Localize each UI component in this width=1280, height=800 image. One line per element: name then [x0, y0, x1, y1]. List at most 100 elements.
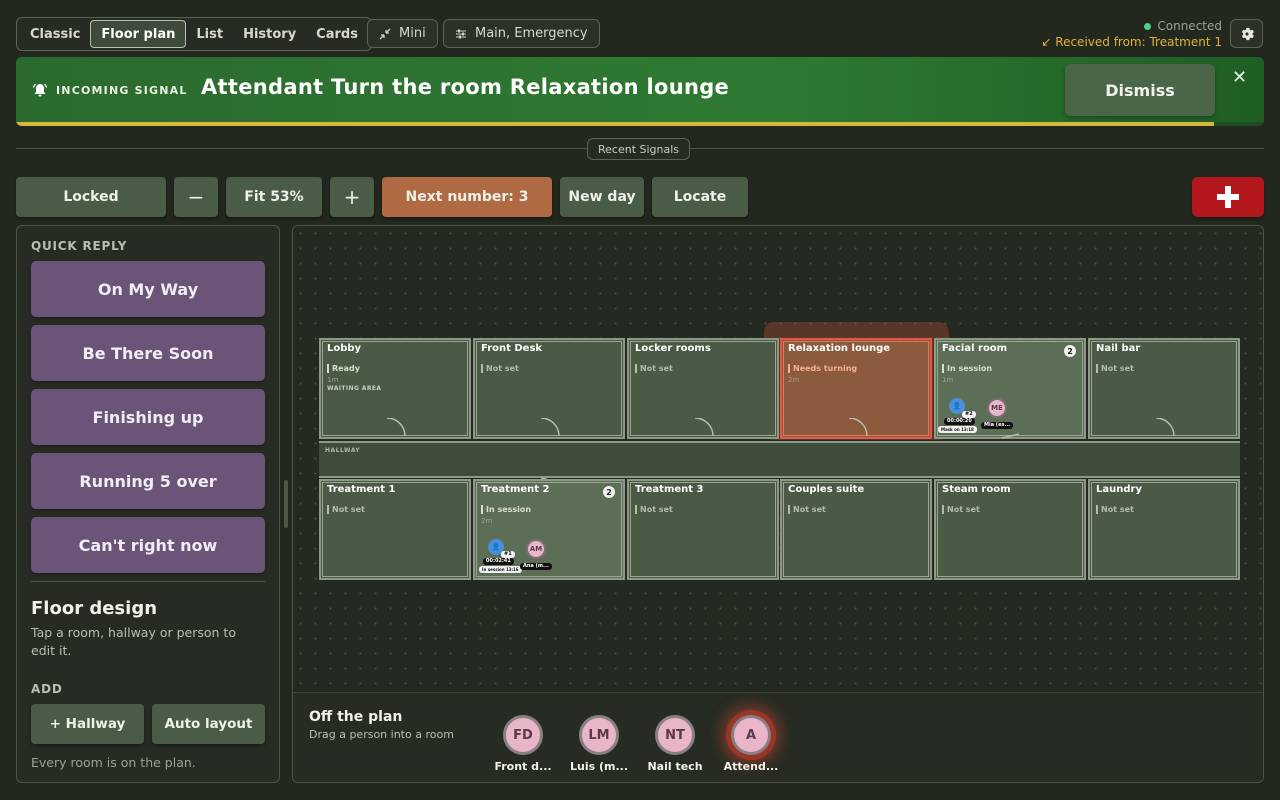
connection-status: Connected ↙ Received from: Treatment 1	[1041, 18, 1222, 50]
room-status: Not set	[635, 364, 673, 373]
quick-reply-running-over[interactable]: Running 5 over	[31, 453, 265, 509]
off-plan-tray: Off the plan Drag a person into a room F…	[293, 692, 1263, 782]
room-status: Not set	[788, 505, 826, 514]
room-name: Nail bar	[1096, 343, 1141, 354]
room-name: Lobby	[327, 343, 362, 354]
floor-design-title: Floor design	[31, 598, 158, 619]
channels-button[interactable]: Main, Emergency	[443, 19, 600, 48]
resize-handle[interactable]	[284, 480, 288, 528]
room-status: In session	[942, 364, 992, 373]
room-count-badge: 2	[1064, 345, 1076, 357]
room-name: Steam room	[942, 484, 1011, 495]
person-label: Ana (m...	[520, 563, 552, 570]
lock-toggle-button[interactable]: Locked	[16, 177, 166, 217]
room-status: Not set	[481, 364, 519, 373]
person-chip[interactable]: A Attend...	[716, 715, 786, 773]
avatar: FD	[503, 715, 543, 755]
alarm-bell-icon	[32, 83, 48, 97]
avatar[interactable]: ME	[987, 398, 1007, 418]
tab-history[interactable]: History	[233, 20, 306, 48]
connected-text: Connected	[1157, 19, 1222, 33]
quick-reply-be-there-soon[interactable]: Be There Soon	[31, 325, 265, 381]
locate-button[interactable]: Locate	[652, 177, 748, 217]
room-time: 1m	[942, 376, 954, 384]
room-status: In session	[481, 505, 531, 514]
room-name: Couples suite	[788, 484, 865, 495]
dismiss-button[interactable]: Dismiss	[1065, 64, 1215, 116]
received-from-text: Received from: Treatment 1	[1055, 35, 1222, 49]
zoom-out-button[interactable]: −	[174, 177, 218, 217]
person-name: Front d...	[494, 760, 552, 773]
room-treatment-2[interactable]: Treatment 2 In session 2m 2 👤 #1 00:02:4…	[473, 479, 625, 580]
off-plan-title: Off the plan	[309, 709, 403, 725]
signal-kicker: INCOMING SIGNAL	[56, 83, 188, 97]
next-number-button[interactable]: Next number: 3	[382, 177, 552, 217]
close-icon[interactable]: ✕	[1232, 67, 1247, 88]
queue-tag: #1	[501, 551, 515, 558]
session-note: In session 13:16	[479, 566, 522, 573]
room-status: Not set	[1096, 505, 1134, 514]
auto-layout-button[interactable]: Auto layout	[152, 704, 265, 744]
avatar: A	[731, 715, 771, 755]
room-name: Treatment 1	[327, 484, 396, 495]
emergency-button[interactable]	[1192, 177, 1264, 217]
zoom-in-button[interactable]: +	[330, 177, 374, 217]
room-laundry[interactable]: Laundry Not set	[1088, 479, 1240, 580]
room-steam-room[interactable]: Steam room Not set	[934, 479, 1086, 580]
room-status: Not set	[635, 505, 673, 514]
quick-reply-cant-right-now[interactable]: Can't right now	[31, 517, 265, 573]
room-name: Treatment 2	[481, 484, 550, 495]
fit-zoom-button[interactable]: Fit 53%	[226, 177, 322, 217]
person-name: Attend...	[723, 760, 779, 773]
tab-floor-plan[interactable]: Floor plan	[90, 20, 187, 48]
room-treatment-3[interactable]: Treatment 3 Not set	[627, 479, 779, 580]
settings-button[interactable]	[1230, 19, 1263, 48]
avatar: NT	[655, 715, 695, 755]
new-day-button[interactable]: New day	[560, 177, 644, 217]
quick-reply-heading: QUICK REPLY	[31, 239, 128, 253]
person-chip[interactable]: LM Luis (m...	[564, 715, 634, 773]
quick-reply-on-my-way[interactable]: On My Way	[31, 261, 265, 317]
person-name: Nail tech	[647, 760, 703, 773]
room-status: Not set	[327, 505, 365, 514]
room-name: Facial room	[942, 343, 1008, 354]
channels-label: Main, Emergency	[475, 26, 588, 41]
room-time: 1m	[327, 376, 339, 384]
mini-button[interactable]: Mini	[367, 19, 438, 48]
room-status: Ready	[327, 364, 360, 373]
room-couples-suite[interactable]: Couples suite Not set	[780, 479, 932, 580]
add-heading: ADD	[31, 682, 63, 696]
left-panel: QUICK REPLY On My Way Be There Soon Fini…	[16, 225, 280, 783]
avatar[interactable]: AM	[526, 539, 546, 559]
session-timer: 00:02:41	[483, 558, 514, 565]
tab-cards[interactable]: Cards	[306, 20, 368, 48]
tab-list[interactable]: List	[186, 20, 233, 48]
incoming-signal-banner: INCOMING SIGNAL Attendant Turn the room …	[16, 57, 1264, 126]
add-hallway-button[interactable]: + Hallway	[31, 704, 144, 744]
signal-progress-bar	[16, 122, 1264, 126]
room-status: Not set	[1096, 364, 1134, 373]
signal-message: Attendant Turn the room Relaxation loung…	[201, 75, 730, 99]
quick-reply-finishing-up[interactable]: Finishing up	[31, 389, 265, 445]
room-name: Locker rooms	[635, 343, 711, 354]
tab-classic[interactable]: Classic	[20, 20, 90, 48]
signal-progress-fill	[16, 122, 1215, 126]
room-subtitle: WAITING AREA	[327, 385, 382, 392]
divider	[31, 581, 265, 582]
person-chip[interactable]: FD Front d...	[488, 715, 558, 773]
room-name: Front Desk	[481, 343, 543, 354]
person-chip[interactable]: NT Nail tech	[640, 715, 710, 773]
sliders-icon	[456, 29, 466, 38]
medical-cross-icon	[1217, 186, 1239, 208]
connected-dot-icon	[1144, 22, 1152, 30]
floor-design-desc: Tap a room, hallway or person to edit it…	[31, 625, 236, 658]
floor-canvas[interactable]: Lobby Ready 1m WAITING AREA Front Desk N…	[292, 225, 1264, 783]
mini-label: Mini	[399, 26, 426, 41]
room-time: 2m	[481, 517, 493, 525]
recent-signals-button[interactable]: Recent Signals	[587, 138, 691, 160]
room-status: Not set	[942, 505, 980, 514]
queue-tag: #2	[962, 411, 976, 418]
room-count-badge: 2	[603, 486, 615, 498]
room-treatment-1[interactable]: Treatment 1 Not set	[319, 479, 471, 580]
room-name: Laundry	[1096, 484, 1142, 495]
